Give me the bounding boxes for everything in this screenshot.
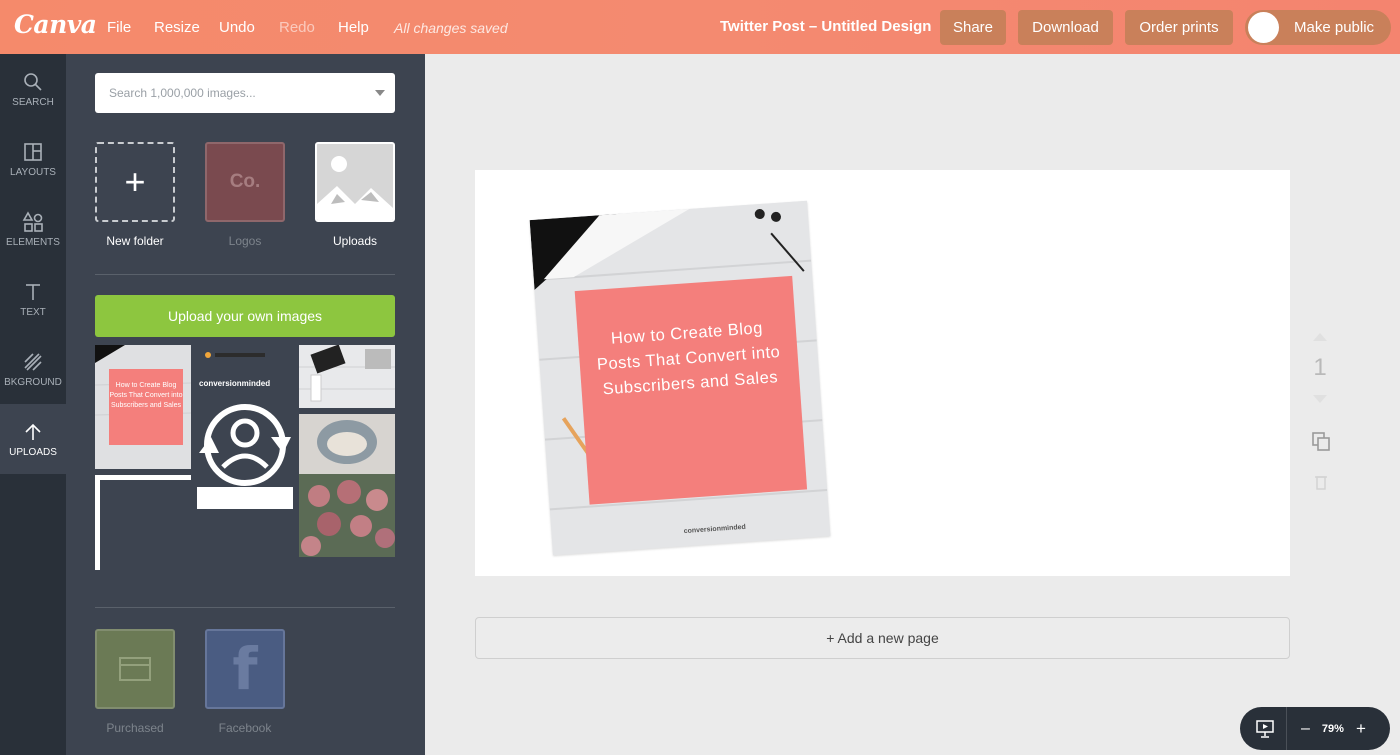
image-placeholder-icon <box>315 142 395 222</box>
rail-item-search[interactable]: SEARCH <box>0 54 66 124</box>
add-new-page-button[interactable]: + Add a new page <box>475 617 1290 659</box>
facebook-icon: f <box>205 629 285 709</box>
zoom-level[interactable]: 79% <box>1322 723 1344 735</box>
order-prints-button[interactable]: Order prints <box>1125 10 1233 45</box>
upload-arrow-icon <box>22 421 44 443</box>
folder-facebook[interactable]: f Facebook <box>205 629 285 735</box>
chevron-down-icon[interactable] <box>1313 395 1327 403</box>
menu-resize[interactable]: Resize <box>154 19 200 36</box>
chevron-up-icon[interactable] <box>1313 333 1327 341</box>
zoom-out-button[interactable]: – <box>1301 720 1310 738</box>
folder-logos[interactable]: Co. Logos <box>205 142 285 248</box>
divider <box>95 607 395 608</box>
rail-label: TEXT <box>20 306 46 318</box>
delete-page-icon[interactable] <box>1313 473 1329 491</box>
logos-thumbnail: Co. <box>205 142 285 222</box>
menu-help[interactable]: Help <box>338 19 369 36</box>
rail-item-elements[interactable]: ELEMENTS <box>0 194 66 264</box>
facebook-label: Facebook <box>218 721 272 735</box>
zoom-in-button[interactable]: + <box>1356 719 1366 739</box>
left-rail: SEARCH LAYOUTS ELEMENTS TEXT BKGROUND UP… <box>0 54 66 755</box>
top-bar: Canva File Resize Undo Redo Help All cha… <box>0 0 1400 54</box>
rail-item-background[interactable]: BKGROUND <box>0 334 66 404</box>
menu-redo[interactable]: Redo <box>279 19 315 36</box>
make-public-toggle[interactable]: Make public <box>1245 10 1391 45</box>
purchased-label: Purchased <box>106 721 164 735</box>
purchased-thumbnail <box>95 629 175 709</box>
new-folder-label: New folder <box>106 234 164 248</box>
divider <box>95 274 395 275</box>
upload-thumbnail-blog-post[interactable]: How to Create Blog Posts That Convert in… <box>95 345 191 469</box>
rail-label: LAYOUTS <box>10 166 56 178</box>
save-status: All changes saved <box>394 20 508 36</box>
uploads-panel: Search 1,000,000 images... + New folder … <box>66 54 425 755</box>
logos-label: Logos <box>228 234 262 248</box>
rail-label: UPLOADS <box>9 446 57 458</box>
download-button[interactable]: Download <box>1018 10 1113 45</box>
rail-item-layouts[interactable]: LAYOUTS <box>0 124 66 194</box>
logo-badge-text: Co. <box>229 171 261 192</box>
present-icon[interactable] <box>1256 719 1274 739</box>
thumbnail-headline: How to Create Blog Posts That Convert in… <box>109 382 183 409</box>
rail-label: SEARCH <box>12 96 54 108</box>
search-icon <box>22 71 44 93</box>
thumbnail-brand-text: conversionminded <box>199 379 271 388</box>
background-icon <box>22 351 44 373</box>
chevron-down-icon[interactable] <box>375 90 385 96</box>
rail-item-uploads[interactable]: UPLOADS <box>0 404 66 474</box>
menu-file[interactable]: File <box>107 19 131 36</box>
uploads-label: Uploads <box>332 234 378 248</box>
text-icon <box>22 281 44 303</box>
menu-undo[interactable]: Undo <box>219 19 255 36</box>
search-placeholder: Search 1,000,000 images... <box>109 86 256 100</box>
plus-icon: + <box>95 142 175 222</box>
toggle-knob <box>1248 12 1279 43</box>
design-canvas[interactable]: How to Create Blog Posts That Convert in… <box>475 170 1290 576</box>
folder-purchased[interactable]: Purchased <box>95 629 175 735</box>
elements-icon <box>22 210 44 233</box>
folder-uploads[interactable]: Uploads <box>315 142 395 248</box>
new-folder-button[interactable]: + New folder <box>95 142 175 248</box>
rail-label: BKGROUND <box>4 376 62 388</box>
make-public-label: Make public <box>1294 19 1375 36</box>
document-title[interactable]: Twitter Post – Untitled Design <box>720 18 931 35</box>
duplicate-page-icon[interactable] <box>1311 431 1331 451</box>
facebook-glyph: f <box>232 635 258 703</box>
rail-item-text[interactable]: TEXT <box>0 264 66 334</box>
share-button[interactable]: Share <box>940 10 1006 45</box>
zoom-control: – 79% + <box>1240 707 1390 750</box>
upload-images-button[interactable]: Upload your own images <box>95 295 395 337</box>
upload-thumbnail-tulips[interactable] <box>299 414 395 557</box>
layouts-icon <box>22 141 44 163</box>
design-headline[interactable]: How to Create Blog Posts That Convert in… <box>593 315 784 403</box>
receipt-icon <box>119 657 151 681</box>
upload-thumbnail-frame[interactable] <box>95 475 191 570</box>
divider <box>1286 707 1287 750</box>
blog-post-graphic[interactable]: How to Create Blog Posts That Convert in… <box>529 200 831 556</box>
rail-label: ELEMENTS <box>6 236 60 248</box>
upload-thumbnail-logo[interactable]: conversionminded <box>197 345 293 511</box>
page-number: 1 <box>1313 354 1327 381</box>
canva-logo[interactable]: Canva <box>14 10 97 39</box>
image-search-input[interactable]: Search 1,000,000 images... <box>95 73 395 113</box>
upload-thumbnail-desk[interactable] <box>299 345 395 408</box>
